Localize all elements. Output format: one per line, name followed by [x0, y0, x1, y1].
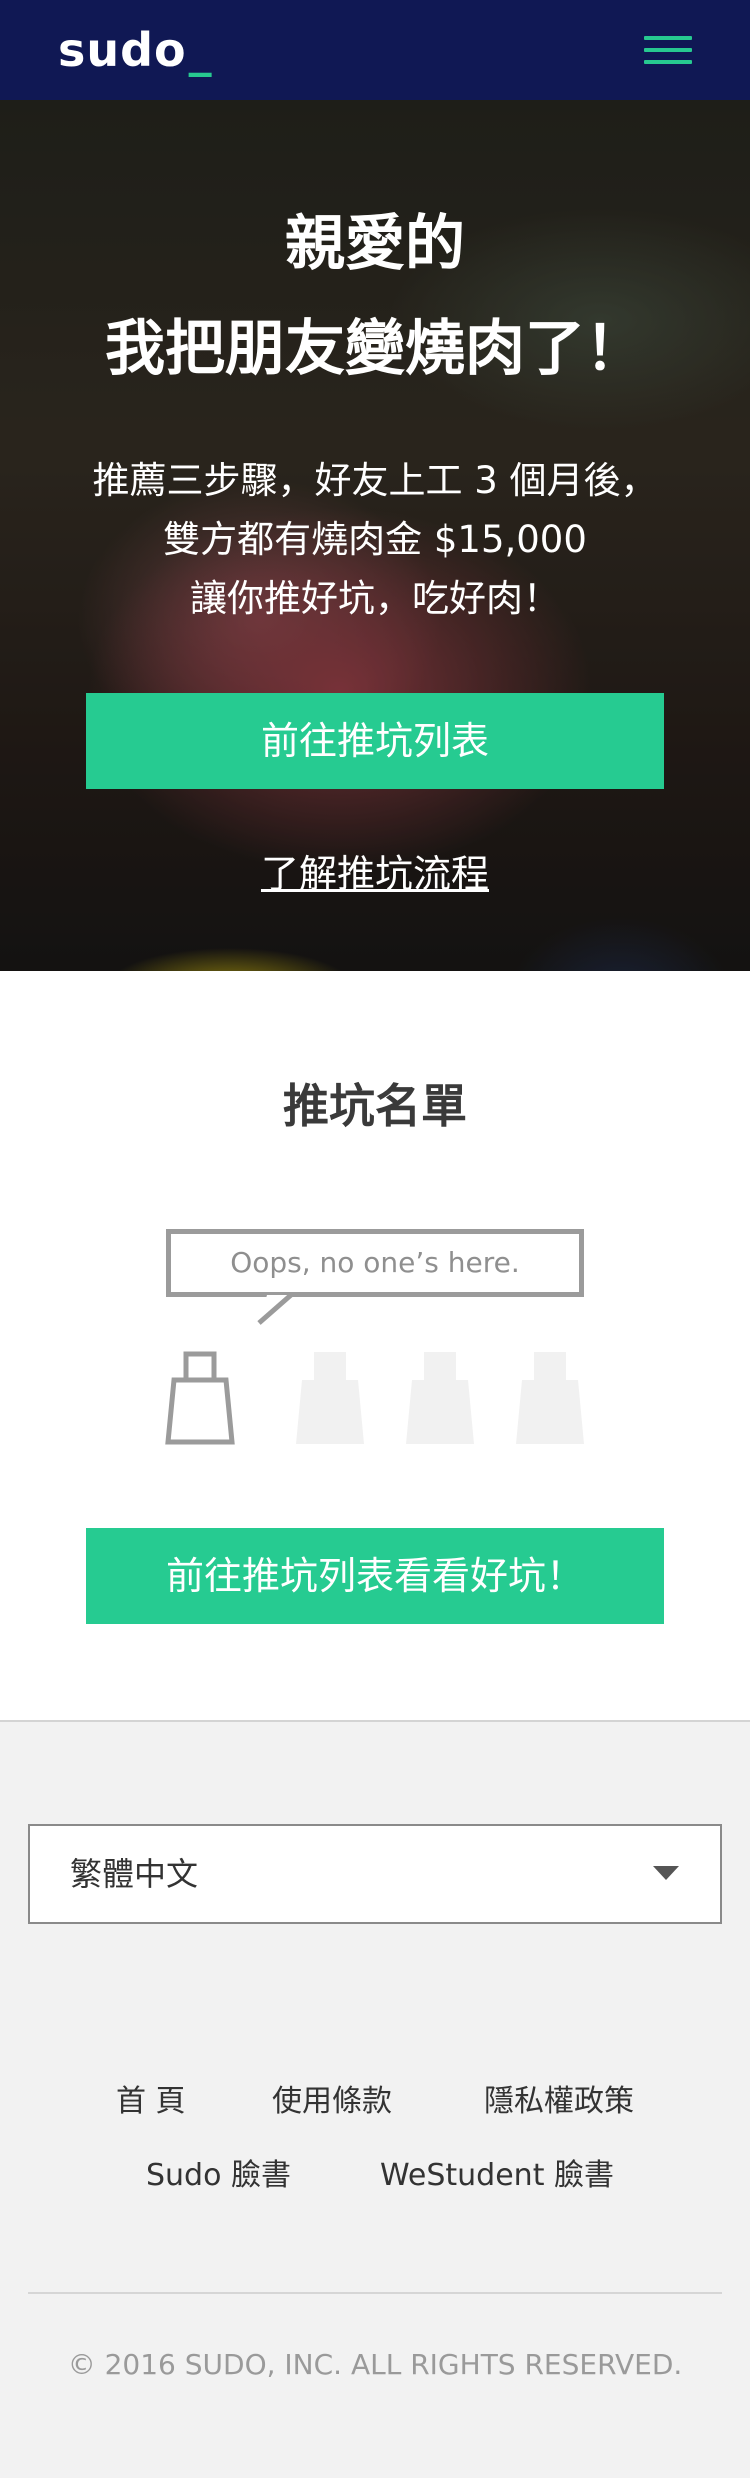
learn-referral-process-link-wrap: 了解推坑流程: [0, 850, 750, 898]
bag-placeholder-icon: [516, 1352, 584, 1444]
hamburger-line: [644, 60, 692, 64]
bag-placeholder-icon: [296, 1352, 364, 1444]
hero-subtitle-line2: 雙方都有燒肉金 $15,000: [163, 518, 587, 561]
bag-outline-icon: [165, 1351, 235, 1445]
language-select[interactable]: 繁體中文: [28, 1824, 722, 1924]
chevron-down-icon: [653, 1866, 679, 1880]
learn-referral-process-link[interactable]: 了解推坑流程: [261, 852, 489, 896]
hero-subtitle-line3: 讓你推好坑，吃好肉！: [190, 577, 560, 620]
language-select-value: 繁體中文: [70, 1855, 199, 1893]
hamburger-line: [644, 36, 692, 40]
brand-cursor: _: [188, 23, 213, 77]
footer-link-privacy[interactable]: 隱私權政策: [484, 2082, 634, 2122]
hamburger-line: [644, 48, 692, 52]
hero-subtitle-line1: 推薦三步驟，好友上工 3 個月後，: [92, 459, 658, 502]
footer: 繁體中文 首 頁 使用條款 隱私權政策 Sudo 臉書 WeStudent 臉書…: [0, 1720, 750, 2478]
footer-link-home[interactable]: 首 頁: [116, 2082, 186, 2122]
brand-logo[interactable]: sudo_: [58, 22, 213, 78]
navbar: sudo_: [0, 0, 750, 100]
copyright-text: © 2016 SUDO, INC. ALL RIGHTS RESERVED.: [67, 2348, 683, 2381]
hero-title-line1: 親愛的: [285, 209, 465, 279]
empty-message: Oops, no one’s here.: [230, 1246, 520, 1279]
hero-section: 親愛的 我把朋友變燒肉了！ 推薦三步驟，好友上工 3 個月後， 雙方都有燒肉金 …: [0, 100, 750, 971]
brand-name: sudo: [58, 23, 187, 77]
referral-list-title: 推坑名單: [283, 1079, 467, 1133]
browse-referrals-button[interactable]: 前往推坑列表看看好坑！: [86, 1528, 664, 1624]
footer-link-sudo-facebook[interactable]: Sudo 臉書: [146, 2156, 291, 2196]
go-to-referral-list-button[interactable]: 前往推坑列表: [86, 693, 664, 789]
footer-link-terms[interactable]: 使用條款: [272, 2082, 392, 2122]
hamburger-icon[interactable]: [640, 32, 696, 68]
hero-title-line2: 我把朋友變燒肉了！: [105, 314, 645, 384]
empty-speech-bubble: Oops, no one’s here.: [166, 1229, 584, 1297]
bag-placeholder-icon: [406, 1352, 474, 1444]
footer-divider: [28, 2292, 722, 2294]
speech-bubble-tail-icon: [257, 1295, 293, 1325]
footer-link-westudent-facebook[interactable]: WeStudent 臉書: [380, 2156, 614, 2196]
